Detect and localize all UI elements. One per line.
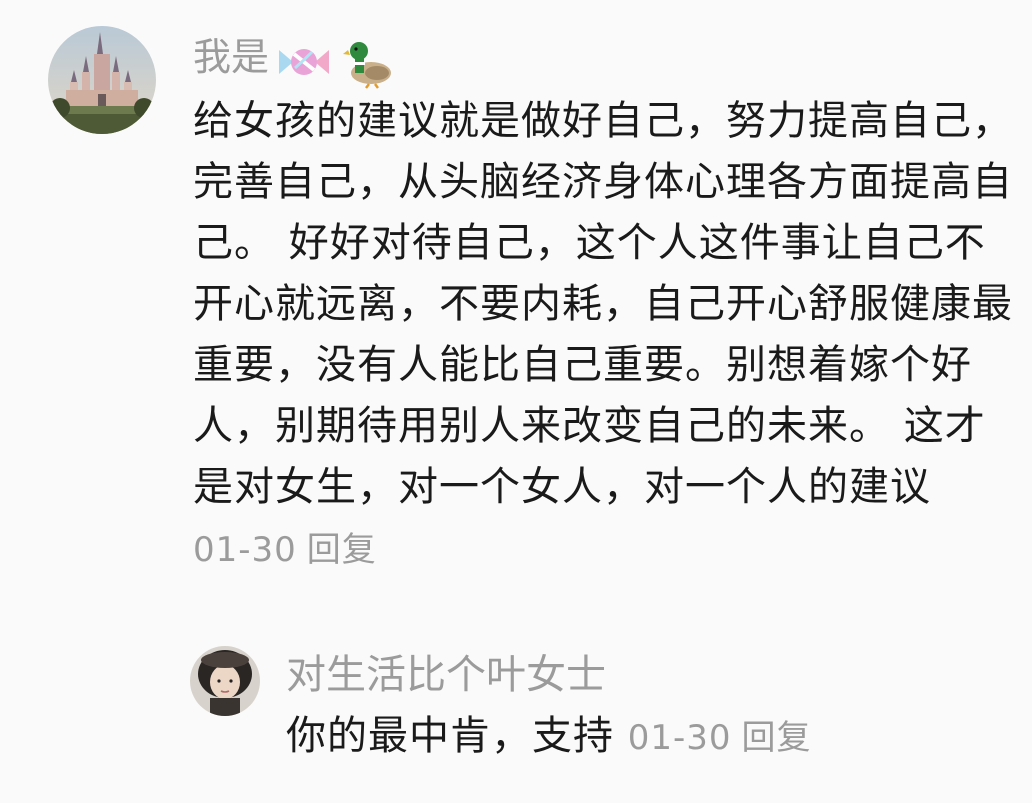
castle-avatar-image (48, 26, 156, 134)
comment-date: 01-30 (627, 718, 732, 758)
username-emojis (277, 29, 393, 91)
reply-button[interactable]: 回复 (742, 718, 812, 758)
candy-icon (279, 49, 330, 75)
comment-username-row: 对生活比个叶女士 (286, 646, 986, 704)
comment-body: 对生活比个叶女士 你的最中肯，支持 01-30 回复 (286, 646, 986, 768)
avatar[interactable] (190, 646, 260, 716)
comment-content: 给女孩的建议就是做好自己，努力提高自己，完善自己，从头脑经济身体心理各方面提高自… (193, 98, 1013, 510)
comment-body: 我是 给女孩的建议就是做好自己，努力提高自己，完善自己，从头脑经济身体心理各方面… (193, 26, 1013, 581)
comment-content: 你的最中肯，支持 (286, 713, 614, 759)
comment-text: 给女孩的建议就是做好自己，努力提高自己，完善自己，从头脑经济身体心理各方面提高自… (193, 91, 1013, 581)
duck-icon (343, 42, 392, 89)
comment-meta: 01-30 回复 (193, 530, 377, 570)
username[interactable]: 我是 (193, 35, 269, 79)
comment-username-row: 我是 (193, 26, 1013, 91)
reply-button[interactable]: 回复 (307, 530, 377, 570)
comment-text: 你的最中肯，支持 01-30 回复 (286, 706, 986, 768)
person-avatar-image (190, 646, 260, 716)
comment-meta: 01-30 回复 (628, 718, 812, 758)
avatar[interactable] (48, 26, 156, 134)
username[interactable]: 对生活比个叶女士 (286, 652, 606, 698)
comment-date: 01-30 (193, 530, 297, 570)
